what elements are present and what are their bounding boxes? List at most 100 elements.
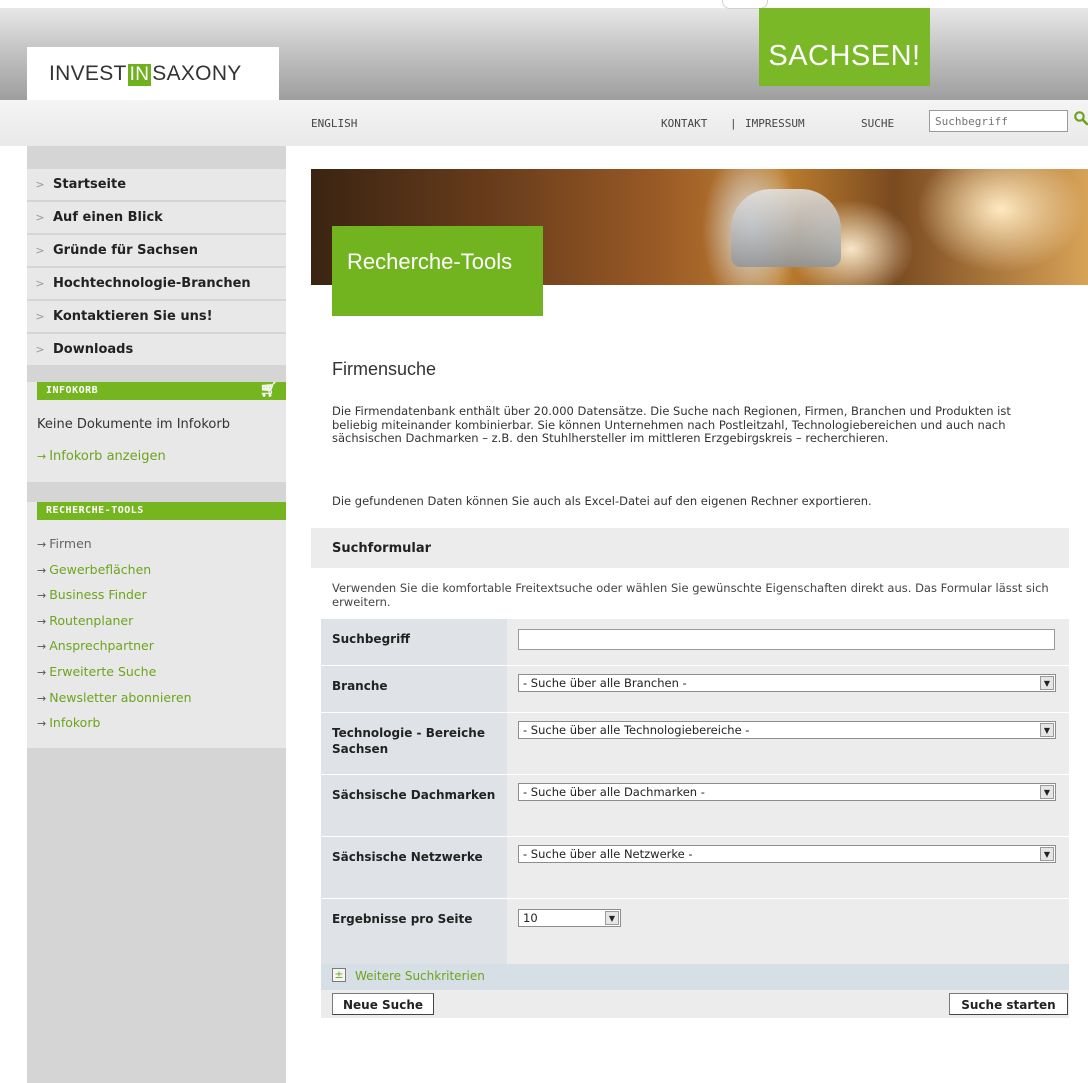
per-page-select[interactable]: 10 ▼ — [518, 909, 621, 927]
brands-select-value: - Suche über alle Dachmarken - — [523, 785, 705, 799]
site-logo[interactable]: INVEST IN SAXONY — [27, 47, 279, 100]
networks-select[interactable]: - Suche über alle Netzwerke - ▼ — [518, 845, 1056, 863]
tool-link-label: Routenplaner — [49, 612, 134, 628]
search-icon[interactable] — [1073, 110, 1088, 128]
search-label: SUCHE — [861, 117, 895, 130]
nav-item-label: Startseite — [53, 177, 127, 192]
tool-link-label: Gewerbeflächen — [49, 561, 152, 577]
logo-word-invest: INVEST — [49, 62, 127, 85]
per-page-select-value: 10 — [523, 911, 538, 925]
arrow-right-icon: → — [37, 538, 47, 551]
branch-select-value: - Suche über alle Branchen - — [523, 676, 687, 690]
networks-select-value: - Suche über alle Netzwerke - — [523, 847, 693, 861]
keyword-input[interactable] — [518, 629, 1055, 650]
tool-link-ansprechpartner[interactable]: → Ansprechpartner — [37, 638, 192, 664]
tool-link-infokorb[interactable]: → Infokorb — [37, 715, 192, 741]
field-label-technology: Technologie - Bereiche Sachsen — [321, 713, 507, 774]
nav-item-label: Hochtechnologie-Branchen — [53, 276, 251, 291]
tool-link-routenplaner[interactable]: → Routenplaner — [37, 613, 192, 639]
technology-select[interactable]: - Suche über alle Technologiebereiche - ▼ — [518, 721, 1056, 739]
field-label-keyword: Suchbegriff — [321, 619, 507, 665]
microscope-shape — [731, 189, 841, 267]
form-row-branch: Branche - Suche über alle Branchen - ▼ — [311, 666, 1069, 712]
chevron-right-icon: > — [35, 310, 45, 323]
arrow-right-icon: → — [37, 614, 47, 628]
expand-icon[interactable]: ± — [332, 968, 346, 982]
research-tools-header: RECHERCHE-TOOLS — [37, 502, 286, 520]
nav-item-auf-einen-blick[interactable]: > Auf einen Blick — [27, 202, 286, 233]
infokorb-show-link[interactable]: → Infokorb anzeigen — [37, 449, 166, 464]
arrow-right-icon: → — [37, 717, 47, 731]
nav-item-startseite[interactable]: > Startseite — [27, 169, 286, 200]
form-description: Verwenden Sie die komfortable Freitextsu… — [311, 568, 1069, 619]
more-criteria-link[interactable]: Weitere Suchkriterien — [355, 969, 485, 983]
arrow-right-icon: → — [37, 691, 47, 705]
nav-item-label: Gründe für Sachsen — [53, 243, 198, 258]
chevron-down-icon[interactable]: ▼ — [1040, 785, 1054, 799]
infokorb-header: INFOKORB 🛒︎ — [37, 382, 286, 400]
field-label-networks: Sächsische Netzwerke — [321, 837, 507, 898]
field-cell-keyword — [507, 619, 1069, 665]
infokorb-title: INFOKORB — [46, 385, 99, 396]
nav-item-label: Kontaktieren Sie uns! — [53, 309, 213, 324]
arrow-right-icon: → — [37, 640, 47, 654]
research-tools-panel: RECHERCHE-TOOLS → Firmen → Gewerbeflächen … — [27, 502, 286, 748]
nav-item-hochtechnologie[interactable]: > Hochtechnologie-Branchen — [27, 268, 286, 299]
start-search-button[interactable]: Suche starten — [949, 993, 1068, 1015]
chevron-down-icon[interactable]: ▼ — [1040, 676, 1054, 690]
research-tools-list: → Firmen → Gewerbeflächen → Business Finder… — [37, 536, 192, 741]
field-label-per-page: Ergebnisse pro Seite — [321, 899, 507, 964]
form-row-networks: Sächsische Netzwerke - Suche über alle N… — [311, 837, 1069, 898]
tool-link-business-finder[interactable]: → Business Finder — [37, 587, 192, 613]
nav-item-downloads[interactable]: > Downloads — [27, 334, 286, 365]
contact-link[interactable]: KONTAKT — [661, 117, 707, 130]
tool-link-label: Newsletter abonnieren — [49, 689, 192, 705]
tool-link-label: Ansprechpartner — [49, 638, 154, 654]
chevron-down-icon[interactable]: ▼ — [1040, 723, 1054, 737]
form-row-brands: Sächsische Dachmarken - Suche über alle … — [311, 775, 1069, 836]
chevron-down-icon[interactable]: ▼ — [1040, 847, 1054, 861]
infokorb-panel: INFOKORB 🛒︎ Keine Dokumente im Infokorb … — [27, 382, 286, 482]
main-navigation: > Startseite > Auf einen Blick > Gründe für… — [27, 169, 286, 367]
brands-select[interactable]: - Suche über alle Dachmarken - ▼ — [518, 783, 1056, 801]
tool-link-gewerbeflaechen[interactable]: → Gewerbeflächen — [37, 562, 192, 588]
utility-bar: ENGLISH KONTAKT | IMPRESSUM SUCHE — [0, 100, 1088, 146]
chevron-right-icon: > — [35, 244, 45, 257]
imprint-link[interactable]: IMPRESSUM — [745, 117, 805, 130]
nav-item-gruende[interactable]: > Gründe für Sachsen — [27, 235, 286, 266]
field-label-brands: Sächsische Dachmarken — [321, 775, 507, 836]
form-row-keyword: Suchbegriff — [311, 619, 1069, 665]
language-link-english[interactable]: ENGLISH — [311, 117, 357, 130]
research-tools-title: RECHERCHE-TOOLS — [46, 505, 144, 516]
arrow-right-icon: → — [37, 589, 47, 603]
cart-icon[interactable]: 🛒︎ — [260, 381, 278, 399]
tool-link-firmen[interactable]: → Firmen — [37, 536, 192, 562]
field-cell-technology: - Suche über alle Technologiebereiche - ▼ — [507, 713, 1069, 774]
search-form: Suchformular Verwenden Sie die komfortab… — [311, 528, 1069, 1018]
field-cell-per-page: 10 ▼ — [507, 899, 1069, 964]
tool-link-label: Infokorb — [49, 715, 101, 731]
chevron-right-icon: > — [35, 343, 45, 356]
tool-link-label: Erweiterte Suche — [49, 663, 157, 679]
form-row-technology: Technologie - Bereiche Sachsen - Suche ü… — [311, 713, 1069, 774]
logo-word-saxony: SAXONY — [152, 62, 242, 85]
branch-select[interactable]: - Suche über alle Branchen - ▼ — [518, 674, 1056, 692]
tool-link-label: Business Finder — [49, 587, 147, 603]
field-cell-brands: - Suche über alle Dachmarken - ▼ — [507, 775, 1069, 836]
form-buttons: Neue Suche Suche starten — [321, 990, 1069, 1018]
new-search-button[interactable]: Neue Suche — [332, 993, 434, 1015]
form-title: Suchformular — [332, 541, 432, 556]
hero-title: Recherche-Tools — [332, 226, 543, 316]
logo-word-in: IN — [127, 64, 152, 86]
export-note: Die gefundenen Daten können Sie auch als… — [332, 494, 872, 508]
technology-select-value: - Suche über alle Technologiebereiche - — [523, 723, 750, 737]
tool-link-erweiterte-suche[interactable]: → Erweiterte Suche — [37, 664, 192, 690]
page-title: Firmensuche — [332, 359, 437, 379]
form-row-per-page: Ergebnisse pro Seite 10 ▼ — [311, 899, 1069, 964]
nav-item-kontakt[interactable]: > Kontaktieren Sie uns! — [27, 301, 286, 332]
infokorb-show-label: Infokorb anzeigen — [49, 449, 166, 464]
arrow-right-icon: → — [37, 450, 47, 463]
site-search-input[interactable] — [929, 110, 1068, 132]
chevron-down-icon[interactable]: ▼ — [605, 911, 619, 925]
tool-link-newsletter[interactable]: → Newsletter abonnieren — [37, 690, 192, 716]
